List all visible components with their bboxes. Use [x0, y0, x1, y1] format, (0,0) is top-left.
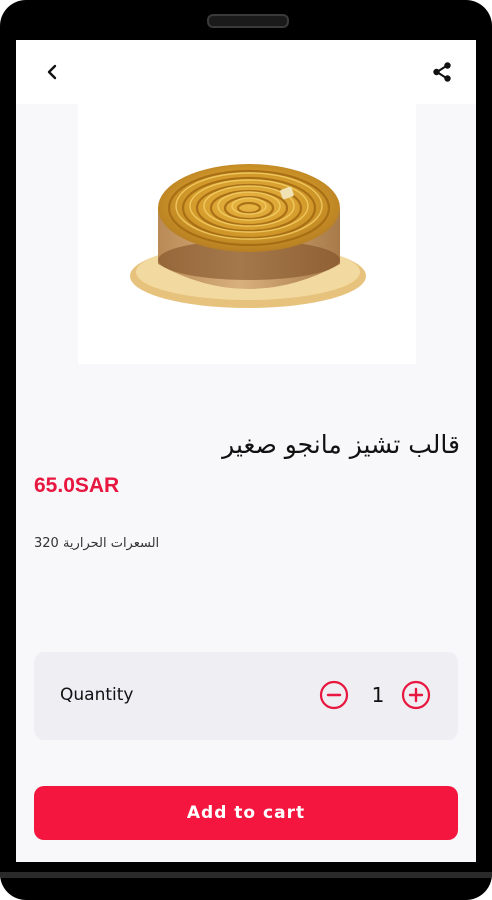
phone-speaker	[207, 14, 289, 28]
increase-quantity-button[interactable]	[401, 680, 431, 710]
quantity-label: Quantity	[60, 685, 134, 705]
add-to-cart-button[interactable]: Add to cart	[34, 786, 458, 840]
phone-bottom-edge	[0, 872, 492, 878]
decrease-quantity-button[interactable]	[319, 680, 349, 710]
quantity-value: 1	[371, 683, 385, 707]
app-bar	[16, 40, 476, 104]
share-icon	[433, 62, 451, 82]
product-calories: السعرات الحرارية 320	[34, 536, 160, 551]
phone-frame: قالب تشيز مانجو صغير 65.0SAR السعرات الح…	[0, 0, 492, 900]
quantity-card: Quantity 1	[34, 652, 458, 740]
minus-circle-icon	[319, 680, 349, 710]
back-icon	[47, 64, 57, 80]
product-detail-screen: قالب تشيز مانجو صغير 65.0SAR السعرات الح…	[16, 40, 476, 862]
share-button[interactable]	[428, 58, 456, 86]
plus-circle-icon	[401, 680, 431, 710]
product-image	[78, 104, 416, 364]
product-title: قالب تشيز مانجو صغير	[222, 430, 460, 459]
cheesecake-tart-image	[130, 164, 366, 308]
product-price: 65.0SAR	[34, 474, 120, 497]
back-button[interactable]	[38, 58, 66, 86]
